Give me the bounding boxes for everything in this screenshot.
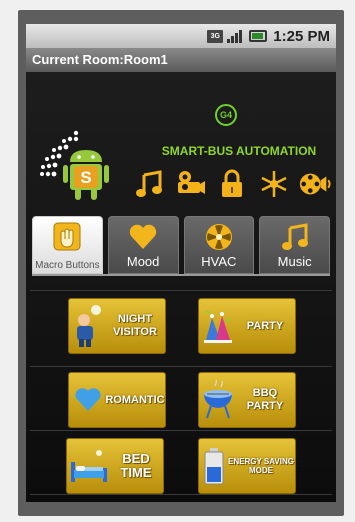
status-bar: 3G 1:25 PM — [26, 24, 336, 48]
snowflake-sun-icon[interactable] — [257, 167, 291, 201]
category-icon-row — [128, 164, 336, 204]
tab-label: Mood — [126, 254, 160, 269]
divider — [30, 494, 332, 495]
battery-icon — [249, 30, 268, 42]
battery-saving-icon — [201, 442, 227, 490]
energy-saving-mode-button[interactable]: Energy Saving Mode — [198, 438, 296, 494]
heart-icon — [126, 221, 160, 253]
bed-icon — [69, 442, 109, 490]
device-frame: 3G 1:25 PM Current Room:Room1 G4 SMART-B… — [18, 10, 344, 516]
music-note-icon — [278, 221, 312, 253]
tab-label: HVAC — [201, 254, 237, 269]
tab-underline — [32, 274, 330, 276]
night-visitor-button[interactable]: Night Visitor — [68, 298, 166, 354]
smartbus-logo: S — [40, 130, 109, 200]
signal-icon — [227, 29, 245, 43]
party-button[interactable]: Party — [198, 298, 296, 354]
bbq-grill-icon — [201, 376, 235, 424]
g4-badge: G4 — [215, 104, 237, 126]
bbq-party-button[interactable]: BBQ Party — [198, 372, 296, 428]
romantic-button[interactable]: Romantic — [68, 372, 166, 428]
macro-label: Romantic — [105, 393, 165, 406]
tab-hvac[interactable]: HVAC — [183, 216, 255, 274]
tab-macro-buttons[interactable]: Macro Buttons — [32, 216, 103, 274]
clock: 1:25 PM — [273, 27, 330, 45]
window-title: Current Room:Room1 — [26, 48, 336, 72]
macro-label: Party — [246, 319, 284, 332]
macro-label: BBQ Party — [246, 387, 284, 412]
divider — [30, 430, 332, 431]
projector-icon[interactable] — [173, 167, 207, 201]
logo-letter: S — [80, 168, 91, 187]
night-visitor-icon — [71, 302, 105, 350]
fan-icon — [202, 221, 236, 253]
macro-label: Energy Saving Mode — [228, 457, 294, 475]
music-note-icon[interactable] — [132, 167, 166, 201]
tab-label: Music — [277, 254, 312, 269]
film-speaker-icon[interactable] — [298, 167, 332, 201]
tab-music[interactable]: Music — [259, 216, 330, 274]
tab-label: Macro Buttons — [35, 260, 100, 271]
app-content: G4 SMART-BUS AUTOMATION S Macro Buttons … — [26, 72, 336, 502]
network-3g-icon: 3G — [207, 29, 224, 43]
macro-label: Bed Time — [120, 451, 152, 480]
tab-bar: Macro Buttons Mood HVAC Music — [32, 216, 330, 274]
divider — [30, 366, 332, 367]
heart-icon — [71, 376, 105, 424]
macro-label: Night Visitor — [113, 313, 157, 338]
bed-time-button[interactable]: Bed Time — [66, 438, 164, 494]
macro-hand-icon — [50, 221, 84, 253]
tab-mood[interactable]: Mood — [107, 216, 179, 274]
party-icon — [201, 302, 235, 350]
brand-title: SMART-BUS AUTOMATION — [161, 144, 317, 158]
phone-screen: 3G 1:25 PM Current Room:Room1 G4 SMART-B… — [26, 24, 336, 502]
divider — [30, 290, 332, 291]
lock-icon[interactable] — [215, 167, 249, 201]
